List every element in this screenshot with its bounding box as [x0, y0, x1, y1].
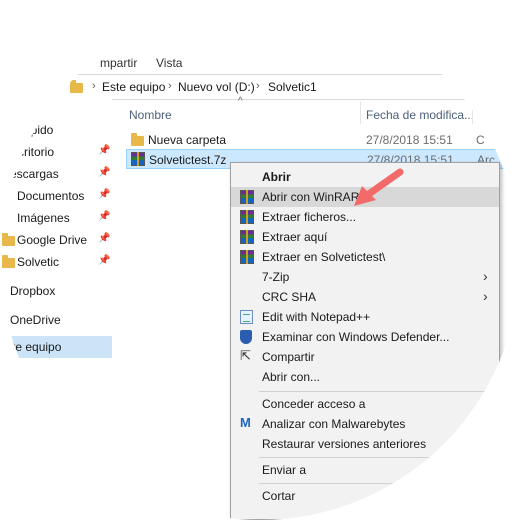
nav-item-label: te equipo	[12, 340, 62, 354]
file-date: 27/8/2018 15:51	[366, 133, 453, 147]
menu-item-label: Abrir	[262, 170, 291, 184]
menu-item-malwarebytes[interactable]: M Analizar con Malwarebytes	[231, 414, 499, 434]
menu-item-extraer-en[interactable]: Extraer en Solvetictest\	[231, 247, 499, 267]
menu-item-label: Enviar a	[262, 463, 307, 477]
menu-item-notepad[interactable]: Edit with Notepad++	[231, 307, 499, 327]
pin-icon: 📌	[98, 167, 111, 178]
menu-item-label: Examinar con Windows Defender...	[262, 330, 450, 344]
share-icon: ⇱	[240, 348, 251, 363]
menu-item-label: Abrir con...	[262, 370, 321, 384]
pin-icon: 📌	[98, 255, 111, 266]
tab-compartir[interactable]: mpartir	[100, 56, 137, 70]
nav-item-imagenes[interactable]: Imágenes 📌	[0, 208, 112, 228]
nav-item-label: Solvetic	[17, 255, 60, 269]
file-type: C	[476, 133, 485, 147]
nav-item-google-drive[interactable]: Google Drive 📌	[0, 230, 112, 250]
menu-item-label: Edit with Notepad++	[262, 310, 371, 324]
menu-item-crc-sha[interactable]: CRC SHA ›	[231, 287, 499, 307]
pin-icon: 📌	[98, 233, 111, 244]
menu-item-restaurar-versiones[interactable]: Restaurar versiones anteriores	[231, 434, 499, 454]
context-menu: Abrir Abrir con WinRAR Extraer ficheros.…	[230, 162, 500, 520]
menu-item-abrir-con[interactable]: Abrir con...	[231, 367, 499, 387]
nav-item-label: Documentos	[17, 189, 85, 203]
chevron-right-icon: ›	[483, 268, 488, 284]
menu-item-enviar-a[interactable]: Enviar a	[231, 460, 499, 480]
menu-item-label: Extraer aquí	[262, 230, 328, 244]
pin-icon: 📌	[98, 145, 111, 156]
menu-item-label: Analizar con Malwarebytes	[262, 417, 406, 431]
column-header-row: ^ Nombre Fecha de modifica...	[112, 96, 520, 128]
notepad-icon	[240, 310, 253, 324]
nav-item-label: critorio	[18, 145, 55, 159]
folder-icon	[2, 233, 15, 246]
ribbon-bar: mpartir Vista	[0, 44, 520, 74]
menu-separator	[259, 391, 495, 392]
winrar-icon	[240, 250, 254, 264]
nav-item-label: Dropbox	[10, 284, 56, 298]
nav-item-dropbox[interactable]: Dropbox	[0, 281, 112, 301]
menu-item-conceder-acceso[interactable]: Conceder acceso a	[231, 394, 499, 414]
nav-item-acceso-rapido[interactable]: rápido	[0, 120, 112, 140]
nav-item-label: Imágenes	[17, 211, 70, 225]
column-divider[interactable]	[472, 102, 473, 124]
menu-item-label: Extraer ficheros...	[262, 210, 357, 224]
menu-item-label: 7-Zip	[262, 270, 290, 284]
menu-item-label: Extraer en Solvetictest\	[262, 250, 386, 264]
malwarebytes-icon: M	[240, 415, 251, 430]
menu-item-label: Cortar	[262, 489, 296, 503]
column-header-date[interactable]: Fecha de modifica...	[366, 108, 474, 122]
winrar-icon	[240, 190, 254, 204]
pin-icon: 📌	[98, 211, 111, 222]
menu-item-windows-defender[interactable]: Examinar con Windows Defender...	[231, 327, 499, 347]
zoom-circle: mpartir Vista › Este equipo › Nuevo vol …	[0, 0, 520, 520]
shield-icon	[240, 330, 252, 344]
nav-item-label: escargas	[10, 167, 59, 181]
address-bar[interactable]: › Este equipo › Nuevo vol (D:) › Solveti…	[40, 74, 520, 100]
nav-item-escritorio[interactable]: critorio 📌	[0, 142, 112, 162]
nav-item-este-equipo[interactable]: te equipo	[0, 336, 112, 358]
nav-item-solvetic[interactable]: Solvetic 📌	[0, 252, 112, 272]
file-row-nueva-carpeta[interactable]: Nueva carpeta 27/8/2018 15:51 C	[126, 130, 520, 150]
chevron-right-icon: ›	[92, 80, 96, 92]
folder-icon	[131, 133, 144, 146]
winrar-icon	[240, 210, 254, 224]
file-name: Nueva carpeta	[148, 133, 227, 147]
navigation-pane: rápido critorio 📌 escargas 📌 Documentos …	[0, 98, 112, 520]
menu-item-label: Conceder acceso a	[262, 397, 366, 411]
chevron-right-icon: ›	[483, 288, 488, 304]
nav-item-onedrive[interactable]: OneDrive	[0, 310, 112, 330]
folder-icon	[70, 80, 83, 93]
menu-item-label: Compartir	[262, 350, 315, 364]
menu-item-extraer-ficheros[interactable]: Extraer ficheros...	[231, 207, 499, 227]
breadcrumb-este-equipo[interactable]: Este equipo	[102, 80, 165, 94]
nav-item-documentos[interactable]: Documentos 📌	[0, 186, 112, 206]
nav-item-label: rápido	[20, 123, 54, 137]
breadcrumb-solvetic1[interactable]: Solvetic1	[268, 80, 317, 94]
pin-icon: 📌	[98, 189, 111, 200]
winrar-icon	[240, 230, 254, 244]
nav-item-label: Google Drive	[17, 233, 88, 247]
nav-item-label: OneDrive	[10, 313, 61, 327]
folder-icon	[2, 255, 15, 268]
chevron-right-icon: ›	[168, 80, 172, 92]
tab-vista[interactable]: Vista	[156, 56, 182, 70]
menu-item-label: CRC SHA	[262, 290, 317, 304]
menu-separator	[259, 457, 495, 458]
column-divider[interactable]	[360, 102, 361, 124]
menu-item-label: Abrir con WinRAR	[262, 190, 360, 204]
nav-item-descargas[interactable]: escargas 📌	[0, 164, 112, 184]
annotation-arrow-icon	[354, 168, 404, 206]
menu-separator	[259, 483, 495, 484]
menu-item-7zip[interactable]: 7-Zip ›	[231, 267, 499, 287]
chevron-right-icon: ›	[256, 80, 260, 92]
file-name: Solvetictest.7z	[149, 153, 227, 167]
sort-up-icon: ^	[238, 96, 243, 107]
column-header-name[interactable]: Nombre	[129, 108, 172, 122]
menu-item-label: Restaurar versiones anteriores	[262, 437, 427, 451]
breadcrumb-nuevo-vol[interactable]: Nuevo vol (D:)	[178, 80, 255, 94]
menu-item-cortar[interactable]: Cortar	[231, 486, 499, 506]
menu-item-compartir[interactable]: ⇱ Compartir	[231, 347, 499, 367]
menu-item-extraer-aqui[interactable]: Extraer aquí	[231, 227, 499, 247]
winrar-icon	[131, 152, 145, 166]
